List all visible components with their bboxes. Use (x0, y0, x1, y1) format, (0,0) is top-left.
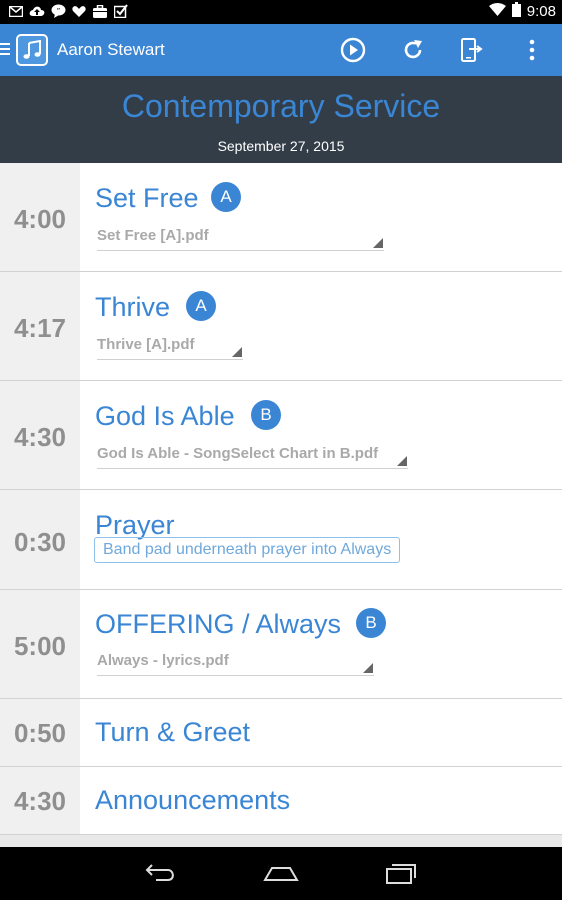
drawer-indicator-icon[interactable] (0, 43, 10, 58)
briefcase-icon (92, 3, 108, 19)
status-bar: ” 9:08 (0, 0, 562, 24)
list-item[interactable]: 4:30 Announcements (0, 767, 562, 835)
service-title: Contemporary Service (121, 88, 441, 124)
file-selector[interactable]: Always - lyrics.pdf (97, 652, 374, 676)
file-selector-label: Set Free [A].pdf (97, 227, 209, 244)
play-icon (340, 37, 366, 63)
dropdown-triangle-icon (232, 347, 242, 357)
item-title: Announcements (95, 785, 291, 815)
heart-icon (71, 3, 87, 19)
recents-button[interactable] (381, 859, 421, 889)
back-icon (145, 864, 174, 881)
export-icon (461, 38, 483, 62)
item-duration: 4:17 (13, 313, 67, 343)
dropdown-triangle-icon (397, 456, 407, 466)
list-item[interactable]: 4:00 Set Free A Set Free [A].pdf (0, 163, 562, 272)
file-selector-label: God Is Able - SongSelect Chart in B.pdf (97, 445, 379, 462)
back-button[interactable] (141, 859, 181, 889)
refresh-button[interactable] (399, 36, 427, 64)
item-duration: 4:30 (13, 786, 67, 816)
item-title: OFFERING / Always (95, 609, 342, 639)
more-vert-icon (529, 39, 535, 61)
wifi-icon (488, 3, 506, 20)
service-header: Contemporary Service September 27, 2015 (0, 76, 562, 163)
key-badge: B (356, 608, 386, 638)
recents-icon (386, 864, 416, 884)
item-duration: 0:30 (13, 527, 67, 557)
dropdown-triangle-icon (373, 238, 383, 248)
list-item[interactable]: 0:30 Prayer Band pad underneath prayer i… (0, 490, 562, 590)
item-title: Set Free (95, 183, 199, 213)
list-item[interactable]: 5:00 OFFERING / Always B Always - lyrics… (0, 590, 562, 699)
key-badge: B (251, 400, 281, 430)
list-bottom-spacer (0, 835, 562, 847)
upload-cloud-icon (29, 3, 45, 19)
item-duration: 4:00 (13, 204, 67, 234)
key-badge: A (186, 291, 216, 321)
item-title: Thrive (95, 292, 171, 322)
svg-text:”: ” (56, 7, 60, 15)
file-selector-label: Thrive [A].pdf (97, 336, 195, 353)
checkbox-icon (113, 3, 129, 19)
play-button[interactable] (339, 36, 367, 64)
dropdown-triangle-icon (363, 663, 373, 673)
list-item[interactable]: 0:50 Turn & Greet (0, 699, 562, 767)
service-date: September 27, 2015 (217, 138, 345, 154)
app-bar: Aaron Stewart (0, 24, 562, 76)
item-duration: 5:00 (13, 631, 67, 661)
item-duration: 0:50 (13, 718, 67, 748)
item-note: Band pad underneath prayer into Always (94, 537, 401, 563)
file-selector[interactable]: Thrive [A].pdf (97, 336, 243, 360)
file-selector[interactable]: God Is Able - SongSelect Chart in B.pdf (97, 445, 408, 469)
battery-icon (511, 2, 521, 21)
music-note-icon[interactable] (16, 34, 48, 66)
home-icon (263, 867, 299, 881)
file-selector[interactable]: Set Free [A].pdf (97, 227, 384, 251)
refresh-icon (404, 40, 422, 59)
chat-bubble-icon: ” (50, 3, 66, 19)
item-duration: 4:30 (13, 422, 67, 452)
item-title: Turn & Greet (95, 717, 251, 747)
list-item[interactable]: 4:17 Thrive A Thrive [A].pdf (0, 272, 562, 381)
file-selector-label: Always - lyrics.pdf (97, 652, 229, 669)
system-nav-bar (0, 847, 562, 900)
service-order-list: 4:00 Set Free A Set Free [A].pdf 4:17 Th… (0, 163, 562, 835)
overflow-menu-button[interactable] (518, 36, 546, 64)
item-title: God Is Able (95, 401, 235, 431)
key-badge: A (211, 182, 241, 212)
notification-icons: ” (8, 3, 129, 19)
clock: 9:08 (526, 3, 556, 20)
gmail-icon (8, 3, 24, 19)
home-button[interactable] (261, 859, 301, 889)
export-button[interactable] (457, 36, 485, 64)
app-title: Aaron Stewart (57, 40, 165, 59)
list-item[interactable]: 4:30 God Is Able B God Is Able - SongSel… (0, 381, 562, 490)
